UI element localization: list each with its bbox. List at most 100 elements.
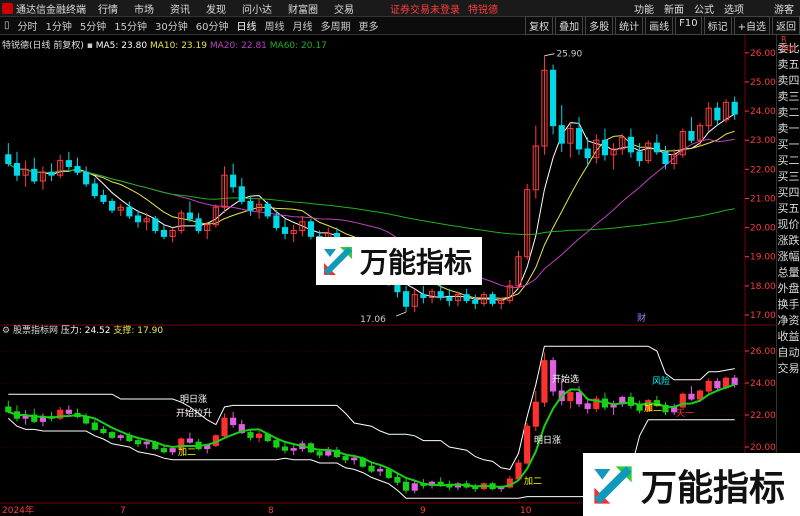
menu-item-wealth[interactable]: 财富圈 <box>288 1 318 16</box>
menu-item-formula[interactable]: 公式 <box>694 1 714 16</box>
tick-label: 26.00 <box>750 347 776 357</box>
period-multi[interactable]: 多周期 <box>316 18 354 33</box>
candle-body <box>627 136 635 153</box>
gear-icon[interactable]: ⚙ <box>2 326 10 336</box>
menu-item-discover[interactable]: 发现 <box>206 1 226 16</box>
sub-candle-body <box>273 440 280 448</box>
period-daily[interactable]: 日线 <box>232 18 260 33</box>
sub-candle-body <box>567 392 574 402</box>
sub-candle-body <box>186 438 194 443</box>
main-legend: 特锐德(日线 前复权) ▪ MA5: 23.80 MA10: 23.19 MA2… <box>2 38 327 51</box>
candle-body <box>420 294 427 299</box>
sidebar-item: 净资 <box>777 314 800 327</box>
x-axis-label: 7 <box>120 506 126 516</box>
candle-body <box>264 203 271 217</box>
adjust-button[interactable]: 复权 <box>525 16 554 35</box>
multi-stock-button[interactable]: 多股 <box>585 16 614 35</box>
period-more[interactable]: 更多 <box>354 18 382 33</box>
signal-annotation: 加二 <box>644 403 662 414</box>
watermark-text: 万能指标 <box>360 246 473 279</box>
sidebar-item: 卖二 <box>777 106 800 119</box>
candle-body <box>273 215 280 229</box>
signal-annotation: 天一 <box>676 409 694 419</box>
sub-candle-body <box>255 433 263 438</box>
candle-body <box>48 171 55 176</box>
sub-candle-body <box>385 468 392 478</box>
back-button[interactable]: 返回 <box>772 16 800 35</box>
period-toolbar: ▯ 分时 1分钟 5分钟 15分钟 30分钟 60分钟 日线 周线 月线 多周期… <box>0 16 800 35</box>
finance-marker: 财 <box>637 312 646 324</box>
sidebar-item: 现价 <box>777 218 800 231</box>
stats-button[interactable]: 统计 <box>615 16 644 35</box>
candle-body <box>195 218 202 232</box>
candle-body <box>402 291 410 307</box>
sub-candle-body <box>91 422 98 430</box>
sub-candle-body <box>100 428 107 434</box>
menu-item-exchange[interactable]: 市场 <box>134 1 154 16</box>
sidebar-item: 买二 <box>777 154 800 167</box>
candle-body <box>160 230 168 237</box>
f10-button[interactable]: F10 <box>675 16 702 35</box>
sidebar-item: 换手 <box>777 298 800 311</box>
sidebar-item: 买四 <box>777 186 800 199</box>
sub-candle-body <box>316 451 323 456</box>
sidebar-item: 交易 <box>777 362 800 375</box>
mark-button[interactable]: 标记 <box>703 16 732 35</box>
add-watchlist-button[interactable]: +自选 <box>733 16 770 35</box>
draw-line-button[interactable]: 画线 <box>645 16 674 35</box>
period-intraday[interactable]: 分时 <box>14 18 42 33</box>
menu-item-market[interactable]: 行情 <box>98 1 118 16</box>
period-weekly[interactable]: 周线 <box>260 18 288 33</box>
candle-body <box>74 165 81 173</box>
menu-item-ask[interactable]: 问小达 <box>242 1 272 16</box>
signal-annotation: 加二 <box>524 476 542 487</box>
candle-body <box>126 206 133 217</box>
period-30min[interactable]: 30分钟 <box>151 18 192 33</box>
menu-item-function[interactable]: 功能 <box>634 1 654 16</box>
login-warning[interactable]: 证券交易未登录 <box>390 1 460 16</box>
sub-candle-body <box>169 448 176 453</box>
period-60min[interactable]: 60分钟 <box>192 18 233 33</box>
app-logo-icon <box>2 2 13 14</box>
high-pointer <box>544 53 555 57</box>
sub-candle-body <box>281 446 289 451</box>
sub-indicator-name: 股票指标网 <box>12 326 58 336</box>
menu-bar: 通达信金融终端 行情 市场 资讯 发现 问小达 财富圈 交易 证券交易未登录 特… <box>0 0 800 17</box>
sub-candle-body <box>351 457 358 461</box>
candle-body <box>247 200 254 211</box>
candle-body <box>437 291 444 299</box>
sub-candle-body <box>575 392 583 405</box>
period-monthly[interactable]: 月线 <box>288 18 316 33</box>
period-1min[interactable]: 1分钟 <box>42 18 76 33</box>
candle-body <box>13 163 21 176</box>
overlay-button[interactable]: 叠加 <box>555 16 584 35</box>
sub-candle-body <box>368 465 375 472</box>
sub-candle-body <box>584 403 591 410</box>
legend-square-icon: ▪ <box>86 41 93 51</box>
candle-body <box>688 130 695 141</box>
menu-item-trade[interactable]: 交易 <box>334 1 354 16</box>
guest-label[interactable]: 游客 <box>774 1 794 16</box>
legend-ma5: MA5: 23.80 <box>95 41 148 51</box>
sidebar-item: 外盘 <box>777 282 800 295</box>
candle-body <box>230 174 237 188</box>
low-label: 17.06 <box>360 315 386 325</box>
period-5min[interactable]: 5分钟 <box>76 18 110 33</box>
menu-item-news[interactable]: 资讯 <box>170 1 190 16</box>
sidebar-item: 卖四 <box>777 74 800 87</box>
candle-body <box>662 151 669 165</box>
sub-candle-body <box>134 440 142 445</box>
menu-item-newface[interactable]: 新面 <box>664 1 684 16</box>
sidebar-item: 买五 <box>777 202 800 215</box>
sub-candle-body <box>160 448 168 453</box>
panel-toggle-icon[interactable]: ▯ <box>0 20 14 31</box>
signal-annotation: 加二 <box>178 447 196 458</box>
pressure-line <box>8 345 735 470</box>
period-15min[interactable]: 15分钟 <box>110 18 151 33</box>
sub-candle-body <box>221 417 228 437</box>
sidebar-item: 买一 <box>777 138 800 151</box>
signal-annotation: 开始选 <box>552 373 579 385</box>
sidebar-item: 卖一 <box>777 122 800 135</box>
menu-item-options[interactable]: 选项 <box>724 1 744 16</box>
signal-annotation: 开始拉升 <box>176 407 212 419</box>
